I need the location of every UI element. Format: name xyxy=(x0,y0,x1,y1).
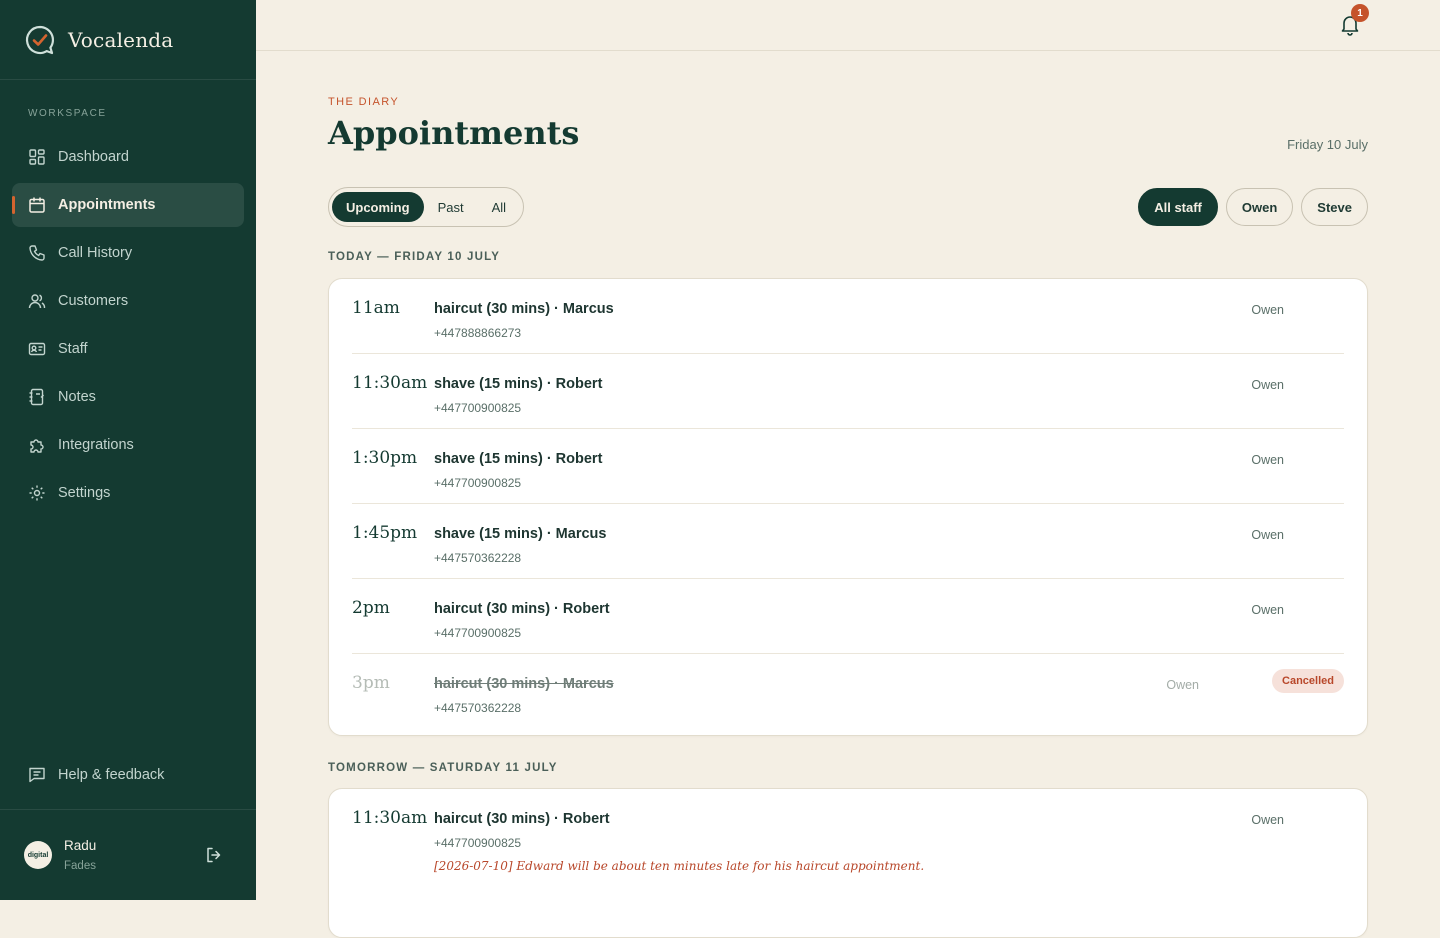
appointment-row[interactable]: 11:30am shave (15 mins) · Robert +447700… xyxy=(352,354,1344,429)
appointment-phone: +447570362228 xyxy=(434,701,522,715)
notebook-icon xyxy=(28,388,46,406)
sidebar-item-appointments[interactable]: Appointments xyxy=(12,183,244,227)
appointment-time: 1:30pm xyxy=(352,448,418,468)
sidebar-item-settings[interactable]: Settings xyxy=(12,471,244,515)
calendar-icon xyxy=(28,196,46,214)
appointment-staff: Owen xyxy=(1251,813,1284,827)
time-range-tabs: Upcoming Past All xyxy=(328,187,525,227)
tab-upcoming[interactable]: Upcoming xyxy=(332,192,424,222)
appointment-phone: +447700900825 xyxy=(434,476,522,490)
appointment-phone: +447700900825 xyxy=(434,401,522,415)
sidebar-item-call-history[interactable]: Call History xyxy=(12,231,244,275)
appointment-phone: +447888866273 xyxy=(434,326,522,340)
notification-badge: 1 xyxy=(1351,4,1369,22)
vocalenda-logo-icon xyxy=(25,25,55,54)
appointment-time: 3pm xyxy=(352,673,390,693)
sidebar-item-customers[interactable]: Customers xyxy=(12,279,244,323)
appointment-staff: Owen xyxy=(1166,678,1199,692)
appointment-row[interactable]: 11am haircut (30 mins) · Marcus +4478888… xyxy=(352,279,1344,354)
topbar: 1 xyxy=(256,0,1440,51)
sidebar-item-label: Customers xyxy=(58,293,129,309)
appointment-title: haircut (30 mins) · Marcus xyxy=(434,676,614,692)
sidebar-nav: Dashboard Appointments Call History Cust… xyxy=(12,135,244,519)
sidebar-item-label: Integrations xyxy=(58,437,134,453)
user-area: digital Radu Fades xyxy=(0,809,256,900)
tab-past[interactable]: Past xyxy=(424,192,478,222)
appointment-time: 11am xyxy=(352,298,400,318)
help-feedback-link[interactable]: Help & feedback xyxy=(12,753,244,797)
current-date: Friday 10 July xyxy=(1287,137,1368,152)
appointment-phone: +447700900825 xyxy=(434,626,522,640)
appointment-staff: Owen xyxy=(1251,528,1284,542)
appointment-title: haircut (30 mins) · Robert xyxy=(434,811,610,827)
app-name: Vocalenda xyxy=(68,27,174,52)
appointment-time: 1:45pm xyxy=(352,523,418,543)
avatar[interactable]: digital xyxy=(24,841,52,869)
sidebar-item-label: Settings xyxy=(58,485,111,501)
appointment-time: 11:30am xyxy=(352,808,428,828)
logout-icon[interactable] xyxy=(205,846,223,864)
appointment-time: 2pm xyxy=(352,598,390,618)
tab-all[interactable]: All xyxy=(478,192,520,222)
puzzle-icon xyxy=(28,436,46,454)
appointment-title: shave (15 mins) · Marcus xyxy=(434,526,607,542)
appointment-row-cancelled[interactable]: 3pm haircut (30 mins) · Marcus +44757036… xyxy=(352,654,1344,728)
sidebar-item-label: Appointments xyxy=(58,197,156,213)
staff-filter-owen[interactable]: Owen xyxy=(1225,188,1294,226)
users-icon xyxy=(28,292,46,310)
user-name: Radu xyxy=(64,838,97,853)
id-card-icon xyxy=(28,340,46,358)
workspace-section-label: WORKSPACE xyxy=(28,108,107,119)
chat-icon xyxy=(28,766,46,784)
brand[interactable]: Vocalenda xyxy=(0,0,256,80)
dashboard-icon xyxy=(28,148,46,166)
page-eyebrow: THE DIARY xyxy=(328,96,400,108)
staff-filter: All staff Owen Steve xyxy=(1138,188,1368,226)
appointment-staff: Owen xyxy=(1251,603,1284,617)
staff-filter-all[interactable]: All staff xyxy=(1138,188,1218,226)
appointment-row[interactable]: 11:30am haircut (30 mins) · Robert +4477… xyxy=(352,789,1344,892)
sidebar-item-notes[interactable]: Notes xyxy=(12,375,244,419)
appointment-phone: +447570362228 xyxy=(434,551,522,565)
status-badge: Cancelled xyxy=(1272,669,1344,693)
user-business: Fades xyxy=(64,860,96,872)
day-heading: TODAY — FRIDAY 10 JULY xyxy=(328,251,501,263)
day-heading: TOMORROW — SATURDAY 11 JULY xyxy=(328,762,558,774)
sidebar: Vocalenda WORKSPACE Dashboard Appointmen… xyxy=(0,0,256,900)
appointment-staff: Owen xyxy=(1251,453,1284,467)
sidebar-item-integrations[interactable]: Integrations xyxy=(12,423,244,467)
appointment-phone: +447700900825 xyxy=(434,836,522,850)
help-feedback-label: Help & feedback xyxy=(58,767,165,783)
appointment-staff: Owen xyxy=(1251,378,1284,392)
appointment-staff: Owen xyxy=(1251,303,1284,317)
appointment-title: shave (15 mins) · Robert xyxy=(434,451,603,467)
sidebar-item-dashboard[interactable]: Dashboard xyxy=(12,135,244,179)
page-title: Appointments xyxy=(328,114,580,152)
sidebar-item-staff[interactable]: Staff xyxy=(12,327,244,371)
appointment-time: 11:30am xyxy=(352,373,428,393)
appointment-row[interactable]: 1:30pm shave (15 mins) · Robert +4477009… xyxy=(352,429,1344,504)
appointments-card: 11am haircut (30 mins) · Marcus +4478888… xyxy=(328,278,1368,736)
appointment-title: haircut (30 mins) · Robert xyxy=(434,601,610,617)
appointment-note: [2026-07-10] Edward will be about ten mi… xyxy=(434,859,925,873)
staff-filter-steve[interactable]: Steve xyxy=(1301,188,1368,226)
sidebar-item-label: Call History xyxy=(58,245,133,261)
sidebar-item-label: Staff xyxy=(58,341,88,357)
appointments-card: 11:30am haircut (30 mins) · Robert +4477… xyxy=(328,788,1368,938)
appointment-row[interactable]: 1:45pm shave (15 mins) · Marcus +4475703… xyxy=(352,504,1344,579)
sidebar-item-label: Dashboard xyxy=(58,149,129,165)
appointment-title: shave (15 mins) · Robert xyxy=(434,376,603,392)
appointment-row[interactable]: 2pm haircut (30 mins) · Robert +44770090… xyxy=(352,579,1344,654)
sidebar-item-label: Notes xyxy=(58,389,96,405)
appointment-title: haircut (30 mins) · Marcus xyxy=(434,301,614,317)
phone-icon xyxy=(28,244,46,262)
gear-icon xyxy=(28,484,46,502)
